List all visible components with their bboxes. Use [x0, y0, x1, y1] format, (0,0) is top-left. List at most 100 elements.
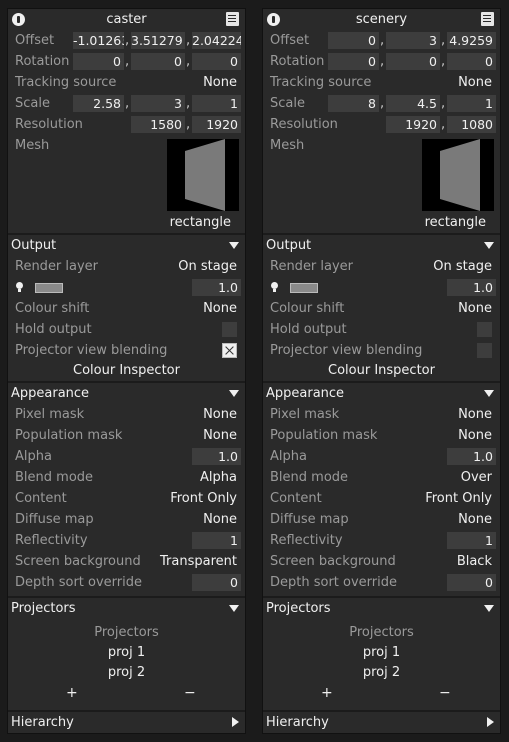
mesh-name[interactable]: rectangle: [8, 213, 245, 233]
alpha-field[interactable]: 1.0: [447, 448, 496, 465]
render-layer-row[interactable]: Render layer On stage: [263, 256, 500, 277]
colour-inspector-button[interactable]: Colour Inspector: [8, 361, 245, 381]
triangle-down-icon[interactable]: [229, 605, 239, 612]
triangle-down-icon[interactable]: [484, 390, 494, 397]
offset-z-field[interactable]: 4.9259: [447, 32, 496, 49]
tracking-source-value[interactable]: None: [203, 72, 237, 93]
mesh-name[interactable]: rectangle: [263, 213, 500, 233]
notes-icon[interactable]: [481, 12, 494, 26]
offset-x-field[interactable]: -1.01263: [73, 32, 124, 49]
appearance-section-header[interactable]: Appearance: [263, 381, 500, 404]
output-section-header[interactable]: Output: [263, 233, 500, 256]
tracking-source-row[interactable]: Tracking source None: [8, 72, 245, 93]
notes-icon[interactable]: [226, 12, 239, 26]
rotation-x-field[interactable]: 0: [328, 53, 379, 70]
render-layer-row[interactable]: Render layer On stage: [8, 256, 245, 277]
mesh-thumbnail[interactable]: [167, 139, 239, 211]
diffuse-map-row[interactable]: Diffuse map None: [263, 509, 500, 530]
screen-background-row[interactable]: Screen background Black: [263, 551, 500, 572]
projectors-section-header[interactable]: Projectors: [8, 596, 245, 619]
lock-icon[interactable]: [267, 13, 280, 26]
appearance-section-header[interactable]: Appearance: [8, 381, 245, 404]
rotation-z-field[interactable]: 0: [192, 53, 241, 70]
scale-x-field[interactable]: 8: [328, 95, 379, 112]
depth-sort-override-field[interactable]: 0: [447, 574, 496, 591]
scale-z-field[interactable]: 1: [447, 95, 496, 112]
screen-background-row[interactable]: Screen background Transparent: [8, 551, 245, 572]
depth-sort-override-field[interactable]: 0: [192, 574, 241, 591]
triangle-right-icon[interactable]: [487, 717, 494, 727]
lock-icon[interactable]: [12, 13, 25, 26]
hierarchy-section-header[interactable]: Hierarchy: [8, 710, 245, 733]
projector-item[interactable]: proj 1: [8, 643, 245, 663]
colour-inspector-button[interactable]: Colour Inspector: [263, 361, 500, 381]
colour-shift-row[interactable]: Colour shift None: [8, 298, 245, 319]
screen-background-value[interactable]: Transparent: [160, 551, 237, 572]
blend-mode-row[interactable]: Blend mode Over: [263, 467, 500, 488]
projector-view-blending-checkbox[interactable]: [477, 343, 492, 358]
projectors-section-header[interactable]: Projectors: [263, 596, 500, 619]
colour-shift-value[interactable]: None: [458, 298, 492, 319]
population-mask-value[interactable]: None: [203, 425, 237, 446]
content-value[interactable]: Front Only: [170, 488, 237, 509]
offset-z-field[interactable]: 2.04224: [192, 32, 241, 49]
scale-x-field[interactable]: 2.58: [73, 95, 124, 112]
scale-y-field[interactable]: 4.5: [386, 95, 440, 112]
blend-mode-value[interactable]: Over: [461, 467, 492, 488]
light-value-field[interactable]: 1.0: [447, 279, 496, 296]
offset-y-field[interactable]: 3.51279: [131, 32, 185, 49]
population-mask-row[interactable]: Population mask None: [8, 425, 245, 446]
resolution-height-field[interactable]: 1920: [192, 116, 241, 133]
projector-item[interactable]: proj 2: [263, 663, 500, 683]
projector-item[interactable]: proj 1: [263, 643, 500, 663]
rotation-y-field[interactable]: 0: [131, 53, 185, 70]
resolution-height-field[interactable]: 1080: [447, 116, 496, 133]
remove-projector-button[interactable]: −: [184, 683, 196, 704]
render-layer-value[interactable]: On stage: [433, 256, 492, 277]
mesh-thumbnail[interactable]: [422, 139, 494, 211]
content-row[interactable]: Content Front Only: [8, 488, 245, 509]
colour-shift-value[interactable]: None: [203, 298, 237, 319]
pixel-mask-value[interactable]: None: [203, 404, 237, 425]
hierarchy-section-header[interactable]: Hierarchy: [263, 710, 500, 733]
render-layer-value[interactable]: On stage: [178, 256, 237, 277]
rotation-y-field[interactable]: 0: [386, 53, 440, 70]
triangle-down-icon[interactable]: [484, 605, 494, 612]
light-value-field[interactable]: 1.0: [192, 279, 241, 296]
add-projector-button[interactable]: +: [66, 683, 78, 704]
screen-background-value[interactable]: Black: [457, 551, 492, 572]
light-colour-swatch[interactable]: [290, 283, 318, 293]
triangle-down-icon[interactable]: [229, 242, 239, 249]
output-section-header[interactable]: Output: [8, 233, 245, 256]
content-row[interactable]: Content Front Only: [263, 488, 500, 509]
triangle-down-icon[interactable]: [229, 390, 239, 397]
scale-y-field[interactable]: 3: [131, 95, 185, 112]
alpha-field[interactable]: 1.0: [192, 448, 241, 465]
scale-z-field[interactable]: 1: [192, 95, 241, 112]
add-projector-button[interactable]: +: [321, 683, 333, 704]
tracking-source-row[interactable]: Tracking source None: [263, 72, 500, 93]
diffuse-map-row[interactable]: Diffuse map None: [8, 509, 245, 530]
reflectivity-field[interactable]: 1: [192, 532, 241, 549]
offset-y-field[interactable]: 3: [386, 32, 440, 49]
blend-mode-row[interactable]: Blend mode Alpha: [8, 467, 245, 488]
reflectivity-field[interactable]: 1: [447, 532, 496, 549]
hold-output-checkbox[interactable]: [222, 322, 237, 337]
pixel-mask-row[interactable]: Pixel mask None: [8, 404, 245, 425]
resolution-width-field[interactable]: 1580: [131, 116, 185, 133]
remove-projector-button[interactable]: −: [439, 683, 451, 704]
light-colour-swatch[interactable]: [35, 283, 63, 293]
hold-output-checkbox[interactable]: [477, 322, 492, 337]
tracking-source-value[interactable]: None: [458, 72, 492, 93]
content-value[interactable]: Front Only: [425, 488, 492, 509]
population-mask-row[interactable]: Population mask None: [263, 425, 500, 446]
resolution-width-field[interactable]: 1920: [386, 116, 440, 133]
projector-view-blending-checkbox[interactable]: [222, 343, 237, 358]
diffuse-map-value[interactable]: None: [458, 509, 492, 530]
pixel-mask-row[interactable]: Pixel mask None: [263, 404, 500, 425]
triangle-right-icon[interactable]: [232, 717, 239, 727]
triangle-down-icon[interactable]: [484, 242, 494, 249]
rotation-x-field[interactable]: 0: [73, 53, 124, 70]
rotation-z-field[interactable]: 0: [447, 53, 496, 70]
population-mask-value[interactable]: None: [458, 425, 492, 446]
